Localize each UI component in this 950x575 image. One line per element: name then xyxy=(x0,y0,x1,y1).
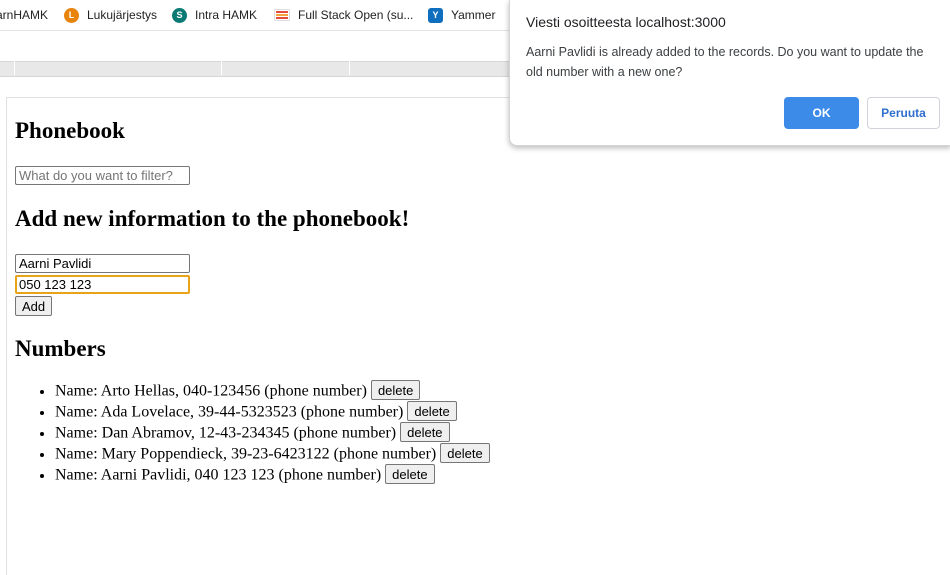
bookmark-intra-hamk[interactable]: S Intra HAMK xyxy=(172,0,257,30)
bookmark-label: arnHAMK xyxy=(0,8,49,22)
bookmark-full-stack-open[interactable]: Full Stack Open (su... xyxy=(274,0,413,30)
fullstack-icon xyxy=(274,9,290,21)
lukujarjestys-icon: L xyxy=(64,7,79,23)
bookmark-yammer[interactable]: Y Yammer xyxy=(428,0,495,30)
cancel-button[interactable]: Peruuta xyxy=(867,97,940,129)
tab-divider xyxy=(221,61,222,75)
ok-button[interactable]: OK xyxy=(784,97,859,129)
bookmark-label: Full Stack Open (su... xyxy=(298,8,414,22)
list-item: Name: Mary Poppendieck, 39-23-6423122 (p… xyxy=(55,443,490,464)
delete-button[interactable]: delete xyxy=(440,443,490,463)
page-title: Phonebook xyxy=(15,118,125,143)
list-item: Name: Aarni Pavlidi, 040 123 123 (phone … xyxy=(55,464,490,485)
bookmark-lukujarjestys[interactable]: L Lukujärjestys xyxy=(64,0,157,30)
tab-divider xyxy=(14,61,15,75)
filter-input[interactable] xyxy=(15,166,190,185)
tab-divider xyxy=(349,61,350,75)
number-input[interactable] xyxy=(15,275,190,294)
bookmark-hamk[interactable]: arnHAMK xyxy=(0,0,48,30)
add-button[interactable]: Add xyxy=(15,296,53,316)
list-item: Name: Arto Hellas, 040-123456 (phone num… xyxy=(55,380,490,401)
list-item: Name: Dan Abramov, 12-43-234345 (phone n… xyxy=(55,422,490,443)
entry-text: Name: Mary Poppendieck, 39-23-6423122 (p… xyxy=(55,445,437,463)
bookmark-label: Intra HAMK xyxy=(195,8,258,22)
bookmark-label: Lukujärjestys xyxy=(87,8,158,22)
sharepoint-icon: S xyxy=(172,7,187,23)
dialog-message: Aarni Pavlidi is already added to the re… xyxy=(526,45,924,79)
delete-button[interactable]: delete xyxy=(407,401,457,421)
entry-text: Name: Arto Hellas, 040-123456 (phone num… xyxy=(55,382,367,400)
page-viewport: Phonebook Add new information to the pho… xyxy=(6,97,950,575)
bookmark-label: Yammer xyxy=(451,8,496,22)
entry-text: Name: Aarni Pavlidi, 040 123 123 (phone … xyxy=(55,466,382,484)
name-input[interactable] xyxy=(15,254,190,273)
entry-text: Name: Dan Abramov, 12-43-234345 (phone n… xyxy=(55,424,397,442)
entry-text: Name: Ada Lovelace, 39-44-5323523 (phone… xyxy=(55,403,404,421)
numbers-heading: Numbers xyxy=(15,336,106,361)
numbers-list: Name: Arto Hellas, 040-123456 (phone num… xyxy=(15,380,490,485)
delete-button[interactable]: delete xyxy=(385,464,435,484)
dialog-title: Viesti osoitteesta localhost:3000 xyxy=(526,14,726,30)
delete-button[interactable]: delete xyxy=(370,380,421,400)
yammer-icon: Y xyxy=(428,7,443,23)
list-item: Name: Ada Lovelace, 39-44-5323523 (phone… xyxy=(55,401,490,422)
add-heading: Add new information to the phonebook! xyxy=(15,206,410,231)
delete-button[interactable]: delete xyxy=(400,422,450,442)
confirm-dialog: Viesti osoitteesta localhost:3000 Aarni … xyxy=(509,0,950,146)
